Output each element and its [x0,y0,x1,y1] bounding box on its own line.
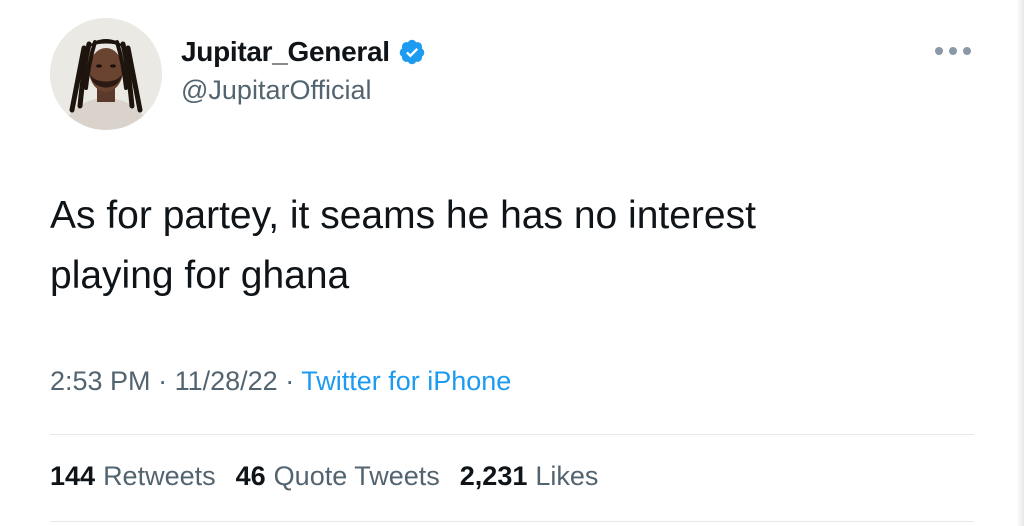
tweet-source-link[interactable]: Twitter for iPhone [301,366,511,396]
avatar[interactable] [50,18,162,130]
likes-stat[interactable]: 2,231 Likes [460,461,599,492]
tweet-stats: 144 Retweets 46 Quote Tweets 2,231 Likes [50,461,618,492]
verified-badge-icon [398,38,426,66]
meta-separator: · [158,366,175,396]
divider [50,521,974,522]
tweet-text: As for partey, it seams he has no intere… [50,194,756,297]
retweets-count: 144 [50,461,96,491]
tweet-time[interactable]: 2:53 PM [50,366,151,396]
display-name[interactable]: Jupitar_General [181,36,390,68]
retweets-label: Retweets [103,461,216,491]
avatar-image [50,18,162,130]
name-row: Jupitar_General [181,33,426,71]
author-info[interactable]: Jupitar_General @JupitarOfficial [181,33,426,106]
more-dot [935,47,943,55]
quote-tweets-count: 46 [235,461,266,491]
tweet-card: Jupitar_General @JupitarOfficial As for … [0,0,1024,526]
page-edge [1016,0,1024,526]
more-dot [963,47,971,55]
handle[interactable]: @JupitarOfficial [181,75,426,106]
quote-tweets-label: Quote Tweets [273,461,440,491]
retweets-stat[interactable]: 144 Retweets [50,461,216,492]
likes-count: 2,231 [459,461,528,491]
meta-separator: · [285,366,302,396]
more-options-icon[interactable] [935,44,971,58]
divider [50,434,974,435]
quote-tweets-stat[interactable]: 46 Quote Tweets [236,461,440,492]
tweet-date[interactable]: 11/28/22 [175,366,278,396]
more-dot [949,47,957,55]
tweet-meta: 2:53 PM · 11/28/22 · Twitter for iPhone [50,366,511,397]
likes-label: Likes [535,461,599,491]
